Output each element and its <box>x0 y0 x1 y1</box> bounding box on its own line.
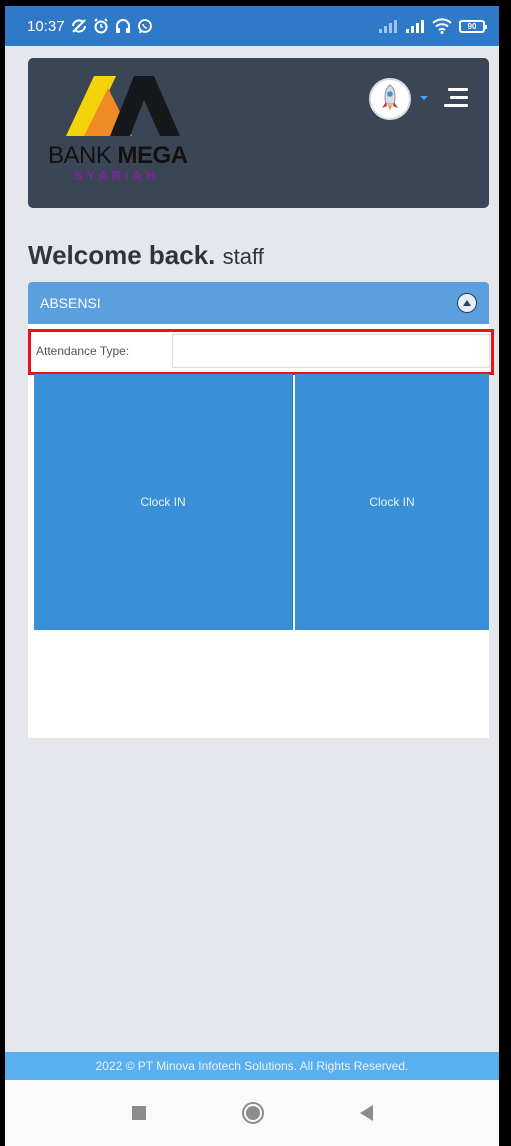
status-bar-left: 10:37 <box>27 18 153 35</box>
chevron-up-icon[interactable] <box>457 293 477 313</box>
panel-header[interactable]: ABSENSI <box>28 282 489 324</box>
wifi-icon <box>432 18 452 34</box>
user-avatar[interactable] <box>369 78 411 120</box>
logo-text-bank: BANK <box>48 142 112 169</box>
home-button[interactable] <box>241 1102 264 1124</box>
back-button[interactable] <box>359 1105 373 1121</box>
clock-in-button[interactable]: Clock IN <box>34 374 293 630</box>
chevron-down-icon[interactable] <box>420 96 428 100</box>
attendance-type-label: Attendance Type: <box>36 344 130 358</box>
headset-icon <box>115 19 130 33</box>
android-nav-bar <box>5 1080 499 1146</box>
header-card: BANK MEGA SYARIAH <box>28 58 489 208</box>
battery-level: 90 <box>467 21 477 31</box>
logo-text: BANK MEGA <box>48 142 188 170</box>
hamburger-menu-icon[interactable] <box>442 86 468 110</box>
recents-button[interactable] <box>131 1106 146 1120</box>
attendance-type-row: Attendance Type: <box>28 329 494 375</box>
rocket-icon <box>382 84 398 111</box>
logo-subtext: SYARIAH <box>74 168 160 183</box>
clock-in-button[interactable]: Clock IN <box>295 374 489 630</box>
whatsapp-icon <box>137 19 152 34</box>
absensi-panel: ABSENSI Attendance Type: Clock IN Clock … <box>28 282 494 738</box>
status-bar-right: 90 <box>378 18 487 34</box>
battery-icon: 90 <box>459 19 487 33</box>
status-bar: 10:37 90 <box>5 6 499 46</box>
no-sync-icon <box>71 19 86 33</box>
welcome-username: staff <box>222 244 264 269</box>
alarm-icon <box>93 18 108 34</box>
welcome-text: Welcome back. <box>28 240 216 270</box>
attendance-type-input[interactable] <box>172 334 490 368</box>
welcome-heading: Welcome back. staff <box>28 240 264 271</box>
status-time: 10:37 <box>27 17 65 35</box>
footer: 2022 © PT Minova Infotech Solutions. All… <box>5 1052 499 1080</box>
phone-screen: 10:37 90 BANK MEGA SYARIAH Welcome back.… <box>5 6 499 1146</box>
signal-icon <box>406 20 424 33</box>
logo-text-mega: MEGA <box>117 142 189 169</box>
footer-copyright: 2022 © PT Minova Infotech Solutions. All… <box>95 1059 409 1073</box>
signal-icon <box>379 20 397 33</box>
panel-title: ABSENSI <box>40 295 101 311</box>
